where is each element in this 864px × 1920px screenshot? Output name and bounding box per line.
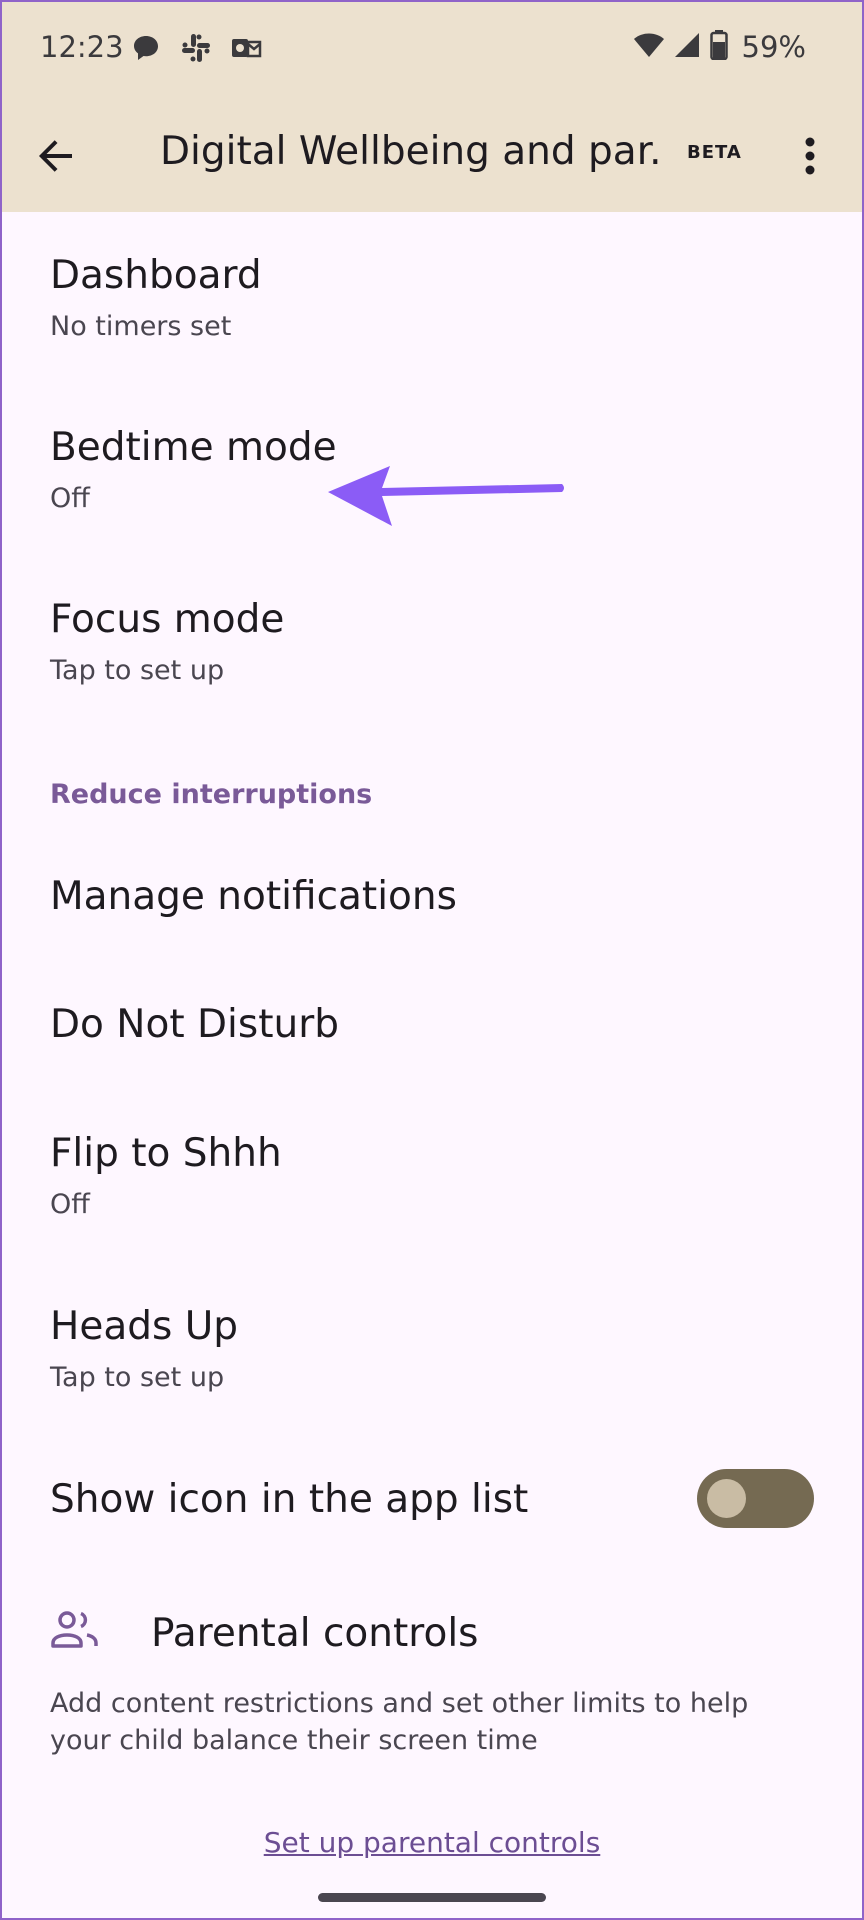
back-button[interactable] <box>26 126 86 186</box>
do-not-disturb-item[interactable]: Do Not Disturb <box>50 1005 339 1044</box>
parental-controls-title: Parental controls <box>151 1611 479 1656</box>
bedtime-mode-subtitle: Off <box>50 483 90 514</box>
annotation-arrow-icon <box>328 466 564 526</box>
wifi-icon <box>633 32 664 62</box>
outlook-icon <box>230 32 262 64</box>
home-indicator[interactable] <box>318 1893 546 1902</box>
dashboard-item[interactable]: Dashboard No timers set <box>50 256 262 340</box>
heads-up-subtitle: Tap to set up <box>50 1362 225 1393</box>
bedtime-mode-item[interactable]: Bedtime mode Off <box>50 428 337 512</box>
battery-percent: 59% <box>741 30 806 64</box>
manage-notifications-item[interactable]: Manage notifications <box>50 877 457 916</box>
beta-badge: BETA <box>687 142 742 163</box>
arrow-back-icon <box>39 140 72 172</box>
status-bar: 12:23 59% <box>0 0 864 96</box>
bedtime-mode-title: Bedtime mode <box>50 425 337 470</box>
section-header-reduce-interruptions: Reduce interruptions <box>50 779 373 810</box>
flip-to-shhh-subtitle: Off <box>50 1189 90 1220</box>
manage-notifications-title: Manage notifications <box>50 874 457 919</box>
cell-signal-icon <box>674 32 700 62</box>
top-app-area: 12:23 59% Digital Wellbeing and par... B… <box>0 0 864 212</box>
parental-controls-description: Add content restrictions and set other l… <box>50 1688 749 1756</box>
battery-icon <box>709 30 728 64</box>
do-not-disturb-title: Do Not Disturb <box>50 1002 339 1047</box>
page-title: Digital Wellbeing and par... <box>160 129 660 174</box>
flip-to-shhh-item[interactable]: Flip to Shhh Off <box>50 1134 282 1218</box>
dashboard-subtitle: No timers set <box>50 311 232 342</box>
app-bar: Digital Wellbeing and par... BETA <box>0 96 864 212</box>
more-options-button[interactable] <box>780 126 840 186</box>
focus-mode-subtitle: Tap to set up <box>50 655 225 686</box>
show-icon-toggle[interactable] <box>697 1469 814 1528</box>
show-icon-title: Show icon in the app list <box>50 1477 529 1522</box>
dashboard-title: Dashboard <box>50 253 262 298</box>
heads-up-item[interactable]: Heads Up Tap to set up <box>50 1307 238 1391</box>
toggle-knob <box>707 1479 746 1518</box>
heads-up-title: Heads Up <box>50 1304 238 1349</box>
focus-mode-item[interactable]: Focus mode Tap to set up <box>50 600 284 684</box>
people-icon <box>51 1611 98 1648</box>
slack-icon <box>180 32 212 64</box>
system-icons: 59% <box>633 30 806 64</box>
more-vert-icon <box>805 137 815 175</box>
notification-icons <box>130 32 262 64</box>
status-time: 12:23 <box>40 30 124 64</box>
show-icon-item[interactable]: Show icon in the app list <box>50 1480 528 1519</box>
focus-mode-title: Focus mode <box>50 597 285 642</box>
flip-to-shhh-title: Flip to Shhh <box>50 1131 282 1176</box>
messages-icon <box>130 32 162 64</box>
set-up-parental-controls-link[interactable]: Set up parental controls <box>0 1826 864 1859</box>
